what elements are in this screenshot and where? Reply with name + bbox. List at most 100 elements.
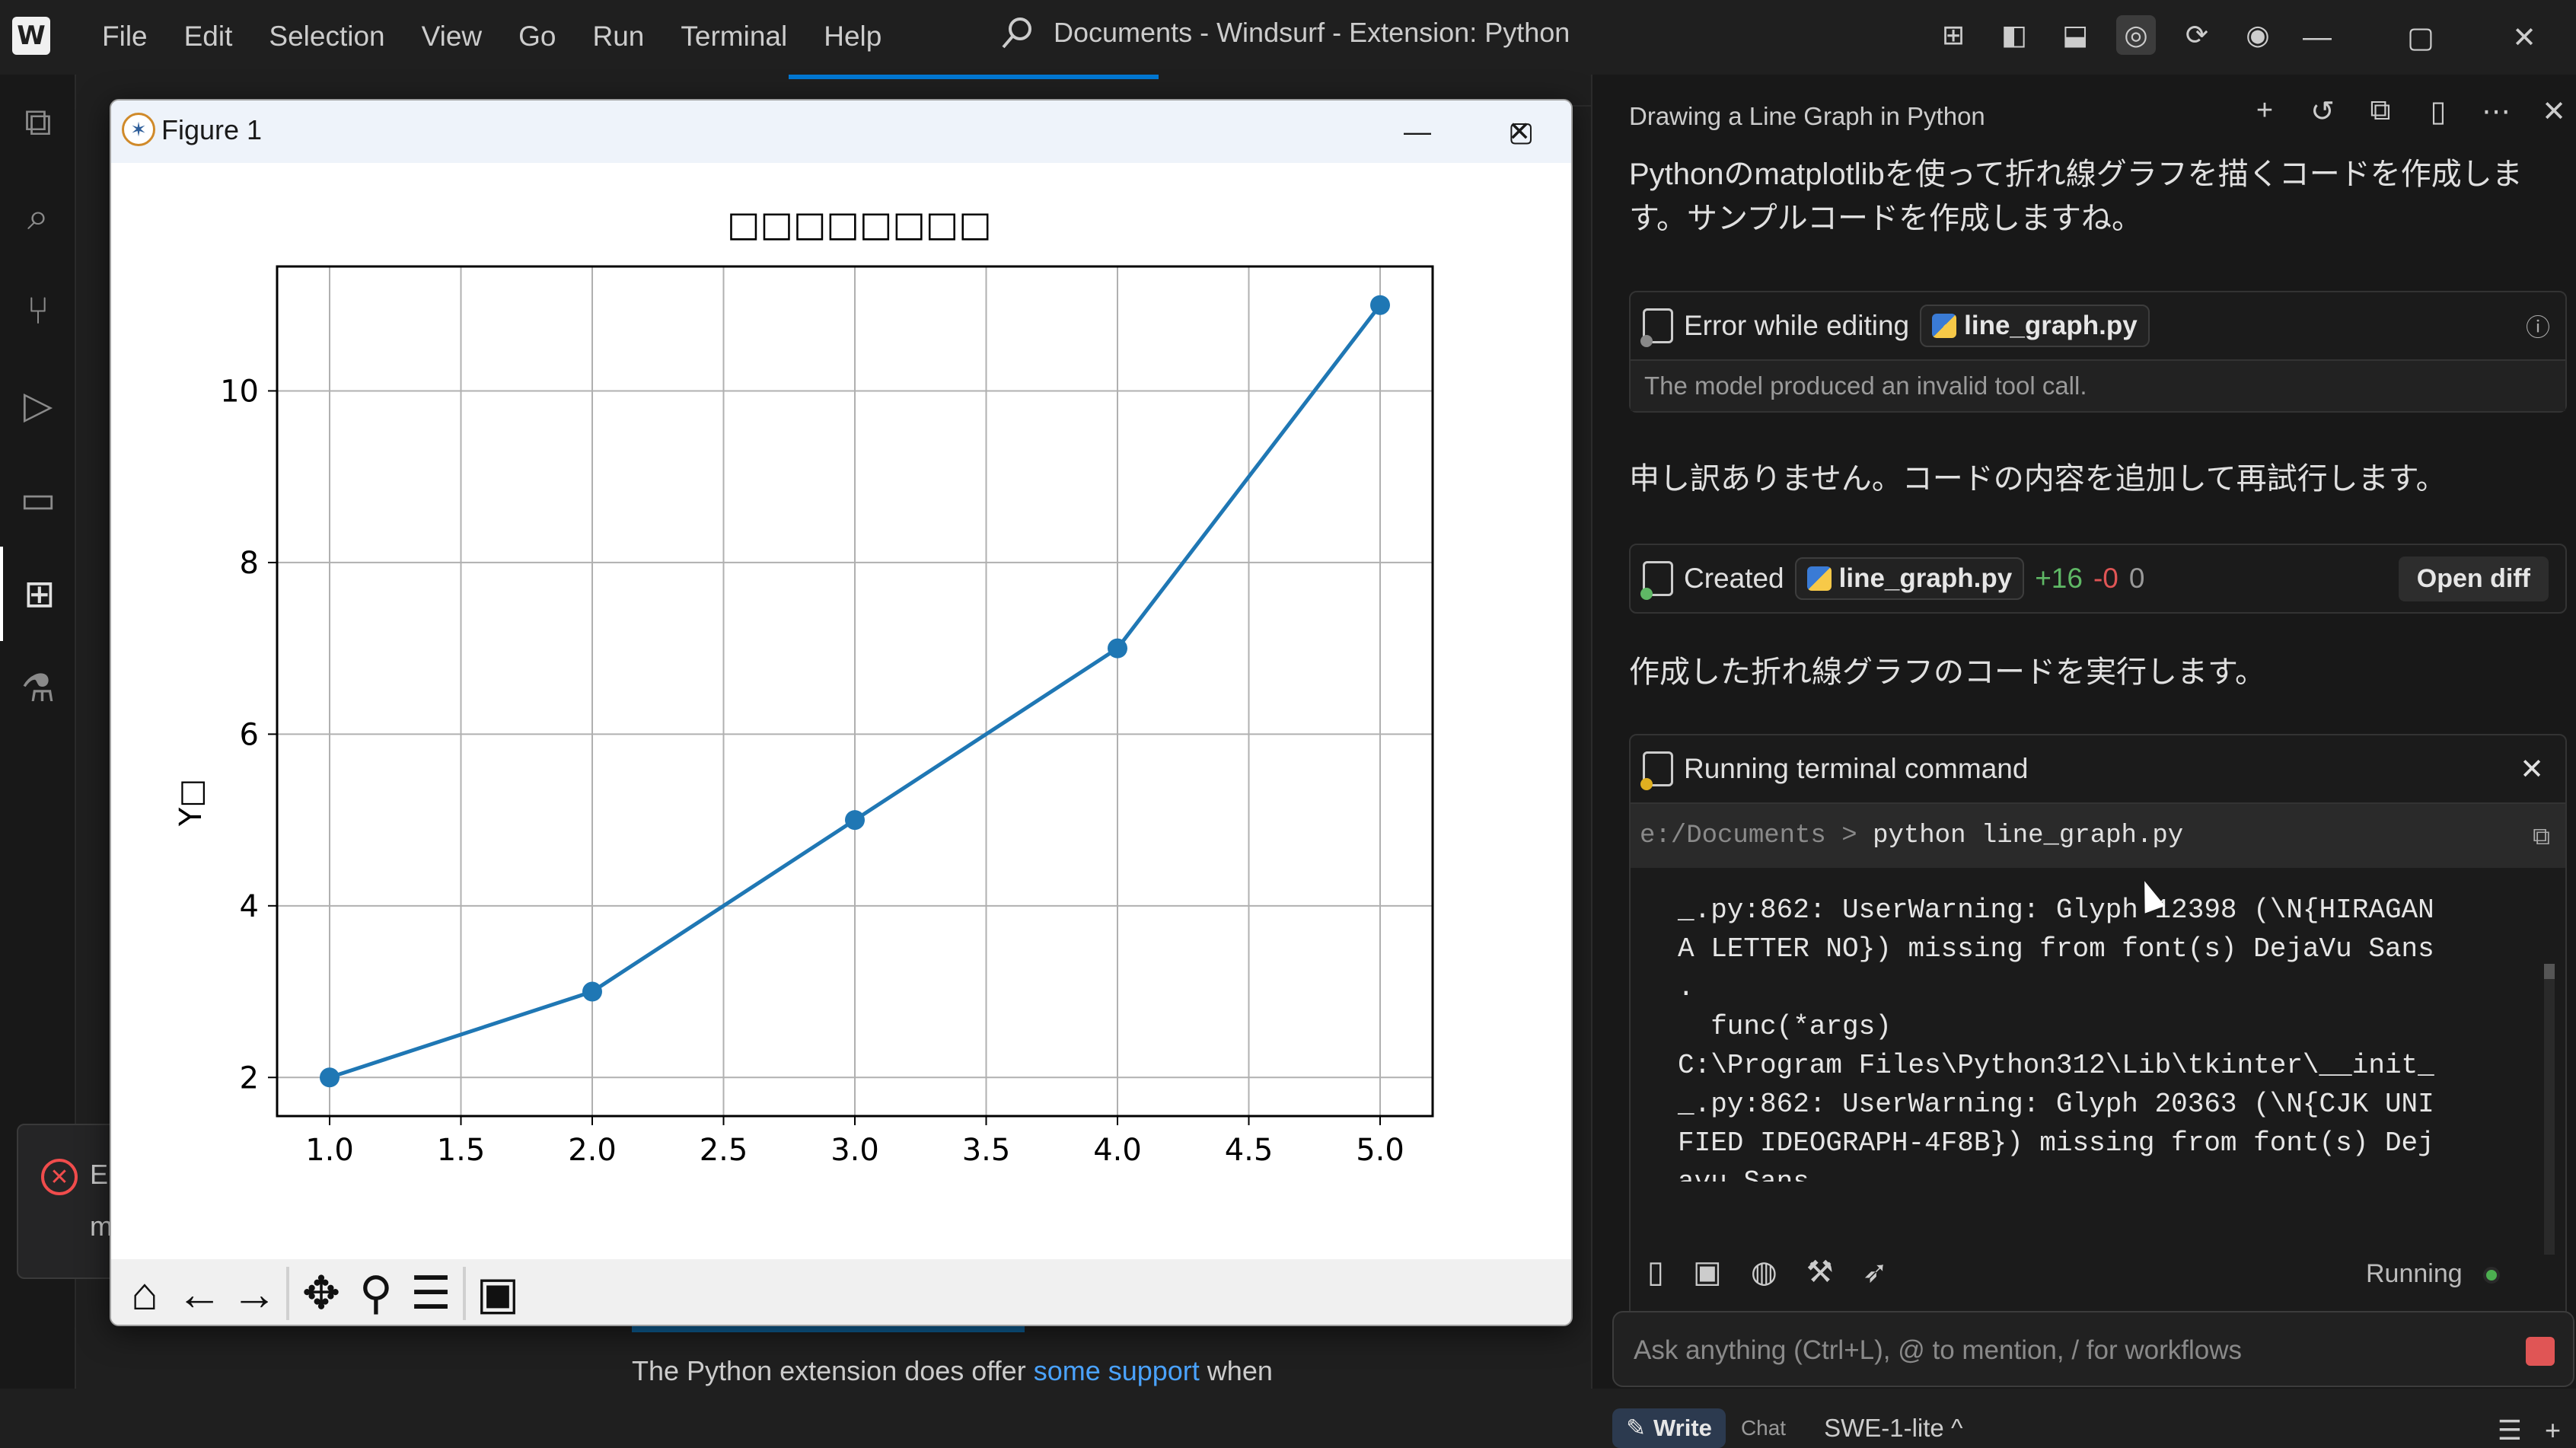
sync-icon[interactable]: ⟳ — [2177, 15, 2217, 55]
windsurf-cascade-icon[interactable]: ◎ — [2116, 15, 2156, 55]
toggle-panel-icon[interactable]: ⬓ — [2055, 15, 2095, 55]
cascade-panel: Drawing a Line Graph in Python + ↺ ⧉ ▯ ⋯… — [1591, 75, 2576, 1448]
remote-explorer-icon[interactable]: ▭ — [0, 452, 76, 547]
extensions-icon[interactable]: ⊞ — [0, 547, 76, 641]
model-selector[interactable]: SWE-1-lite ^ — [1824, 1414, 1962, 1443]
new-chat-icon[interactable]: + — [2247, 94, 2282, 129]
x-tick-label: 3.0 — [831, 1133, 879, 1168]
figure-toolbar: ⌂ ← → ✥ ⚲ ☰ ▣ — [111, 1259, 1571, 1325]
rocket-icon[interactable]: ➶ — [1863, 1255, 1889, 1290]
assistant-message: Pythonのmatplotlibを使って折れ線グラフを描くコードを作成します。… — [1629, 158, 2523, 235]
data-point — [1108, 638, 1127, 659]
history-icon[interactable]: ↺ — [2305, 94, 2340, 129]
search-icon[interactable]: ⌕ — [0, 169, 76, 263]
error-label: Error while editing — [1684, 310, 1910, 341]
file-context-icon[interactable]: ▯ — [1647, 1255, 1664, 1290]
save-icon[interactable]: ▣ — [470, 1263, 525, 1324]
open-diff-button[interactable]: Open diff — [2398, 556, 2549, 601]
hammer-icon[interactable]: ⚒ — [1806, 1255, 1834, 1290]
copy-icon[interactable]: ⧉ — [2533, 821, 2550, 851]
terminal-scrollbar[interactable] — [2544, 964, 2555, 1255]
run-debug-icon[interactable]: ▷ — [0, 358, 76, 452]
terminal-icon — [1640, 751, 1673, 790]
x-tick-label: 1.5 — [437, 1133, 486, 1168]
minimize-button[interactable]: — — [2265, 0, 2369, 75]
panel-actions: + ↺ ⧉ ▯ ⋯ ✕ — [2247, 94, 2571, 129]
figure-minimize-button[interactable]: — — [1366, 100, 1469, 163]
forward-icon[interactable]: → — [227, 1263, 282, 1324]
write-mode-button[interactable]: ✎ Write — [1612, 1408, 1726, 1448]
home-icon[interactable]: ⌂ — [117, 1263, 172, 1324]
close-panel-icon[interactable]: ✕ — [2536, 94, 2571, 129]
x-tick-label: 4.5 — [1225, 1133, 1274, 1168]
active-tab-indicator — [789, 75, 1159, 79]
x-tick-label: 1.0 — [305, 1133, 354, 1168]
figure-close-button[interactable]: ✕ — [1468, 100, 1571, 163]
command-path: e:/Documents — [1640, 821, 1826, 850]
some-support-link[interactable]: some support — [1034, 1355, 1200, 1386]
menu-selection[interactable]: Selection — [250, 18, 403, 55]
mode-bar: ✎ Write Chat SWE-1-lite ^ — [1612, 1408, 1962, 1448]
docs-icon[interactable]: ▯ — [2421, 94, 2456, 129]
source-control-icon[interactable]: ⑂ — [0, 263, 76, 358]
close-terminal-icon[interactable]: ✕ — [2520, 752, 2544, 786]
menu-edit[interactable]: Edit — [166, 18, 251, 55]
chat-mode-button[interactable]: Chat — [1741, 1416, 1786, 1440]
testing-icon[interactable]: ⚗ — [0, 641, 76, 735]
lines-removed: -0 — [2093, 563, 2119, 594]
chat-input[interactable]: Ask anything (Ctrl+L), @ to mention, / f… — [1612, 1311, 2574, 1387]
terminal-label: Running terminal command — [1684, 753, 2029, 784]
info-icon[interactable]: ⓘ — [2526, 308, 2550, 343]
command-text: python line_graph.py — [1873, 821, 2184, 850]
panel-bottom-icons: ☰ + — [2498, 1415, 2561, 1446]
configure-icon[interactable]: ☰ — [403, 1263, 458, 1324]
y-axis-label: Y□ — [174, 779, 209, 827]
matplotlib-icon: ✶ — [122, 113, 155, 146]
y-tick-label: 2 — [240, 1060, 259, 1096]
terminal-card: Running terminal command ✕ e:/Documents … — [1629, 734, 2567, 1334]
more-icon[interactable]: ⋯ — [2479, 94, 2514, 129]
error-card: Error while editing line_graph.py ⓘ The … — [1629, 291, 2567, 413]
menu-help[interactable]: Help — [805, 18, 900, 55]
x-tick-label: 5.0 — [1356, 1133, 1404, 1168]
y-tick-label: 6 — [240, 717, 259, 752]
file-chip[interactable]: line_graph.py — [1920, 305, 2150, 347]
toggle-sidebar-icon[interactable]: ◧ — [1994, 15, 2034, 55]
list-icon[interactable]: ☰ — [2498, 1415, 2522, 1446]
description-text-end: when — [1199, 1355, 1273, 1386]
menu-terminal[interactable]: Terminal — [662, 18, 805, 55]
pan-icon[interactable]: ✥ — [294, 1263, 349, 1324]
file-chip[interactable]: line_graph.py — [1794, 557, 2025, 600]
web-icon[interactable]: ◍ — [1751, 1255, 1777, 1290]
close-button[interactable]: ✕ — [2472, 0, 2576, 75]
figure-window-title: Figure 1 — [161, 114, 263, 145]
window-title: Documents - Windsurf - Extension: Python — [1054, 17, 1570, 48]
back-icon[interactable]: ← — [172, 1263, 227, 1324]
explorer-icon[interactable]: ⧉ — [0, 75, 76, 169]
write-label: Write — [1653, 1415, 1712, 1441]
zoom-icon[interactable]: ⚲ — [349, 1263, 403, 1324]
menu-file[interactable]: File — [84, 18, 166, 55]
stop-button[interactable] — [2526, 1337, 2555, 1366]
python-icon — [1806, 566, 1832, 591]
scrollbar-thumb[interactable] — [2544, 964, 2555, 979]
menu-go[interactable]: Go — [500, 18, 574, 55]
layout-customize-icon[interactable]: ⊞ — [1934, 15, 1973, 55]
panel-title: Drawing a Line Graph in Python — [1629, 102, 1985, 130]
data-point — [1370, 295, 1390, 315]
terminal-tool-icon[interactable]: ▣ — [1693, 1255, 1722, 1290]
add-icon[interactable]: + — [2545, 1415, 2561, 1446]
x-tick-label: 3.5 — [962, 1133, 1011, 1168]
open-in-editor-icon[interactable]: ⧉ — [2363, 94, 2398, 129]
running-indicator — [2483, 1267, 2500, 1284]
menu-run[interactable]: Run — [575, 18, 663, 55]
error-icon: ✕ — [41, 1159, 78, 1195]
maximize-button[interactable]: ▢ — [2369, 0, 2472, 75]
x-tick-label: 4.0 — [1093, 1133, 1142, 1168]
created-label: Created — [1684, 563, 1784, 594]
pencil-icon: ✎ — [1626, 1415, 1646, 1441]
menu-bar: File Edit Selection View Go Run Terminal… — [84, 18, 900, 55]
command-center[interactable]: Documents - Windsurf - Extension: Python — [997, 14, 1570, 52]
toolbar-separator — [286, 1267, 289, 1320]
menu-view[interactable]: View — [403, 18, 501, 55]
